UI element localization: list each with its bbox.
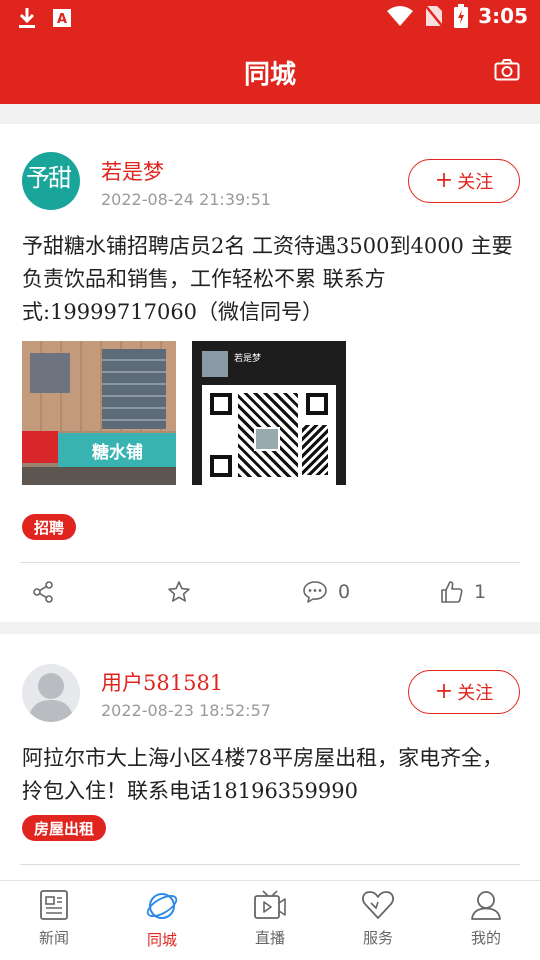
avatar[interactable] — [22, 664, 80, 722]
tab-live[interactable]: 直播 — [216, 881, 324, 960]
app-header: 同城 — [0, 38, 540, 104]
comment-count: 0 — [338, 581, 351, 603]
star-icon — [168, 581, 190, 602]
post-tag[interactable]: 招聘 — [22, 514, 77, 540]
tab-services[interactable]: 服务 — [324, 881, 432, 960]
post-feed: 予甜 若是梦 2022-08-24 21:39:51 + 关注 予甜糖水铺招聘店… — [0, 124, 540, 894]
post-card[interactable]: 予甜 若是梦 2022-08-24 21:39:51 + 关注 予甜糖水铺招聘店… — [0, 124, 540, 622]
comment-button[interactable]: 0 — [302, 562, 350, 622]
tab-profile[interactable]: 我的 — [432, 881, 540, 960]
divider — [20, 864, 520, 865]
avatar[interactable]: 予甜 — [22, 152, 80, 210]
thumbs-up-icon — [441, 581, 463, 603]
plus-icon: + — [434, 679, 454, 704]
post-timestamp: 2022-08-24 21:39:51 — [101, 190, 271, 209]
share-button[interactable] — [32, 562, 54, 622]
bottom-tab-bar: 新闻 同城 直播 服务 我的 — [0, 880, 540, 960]
svg-text:A: A — [57, 12, 67, 27]
tab-label: 直播 — [254, 929, 285, 947]
tab-label: 我的 — [470, 929, 501, 947]
qr-code — [202, 385, 336, 485]
post-card[interactable]: 用户581581 2022-08-23 18:52:57 + 关注 阿拉尔市大上… — [0, 634, 540, 894]
follow-button[interactable]: + 关注 — [408, 159, 520, 203]
wifi-icon — [387, 6, 414, 26]
tv-icon — [254, 890, 286, 919]
tab-label: 同城 — [146, 931, 177, 949]
tab-label: 新闻 — [38, 929, 69, 947]
follow-button[interactable]: + 关注 — [408, 670, 520, 714]
default-avatar-icon — [28, 673, 74, 722]
post-actions: 0 1 — [0, 562, 540, 622]
post-content: 予甜糖水铺招聘店员2名 工资待遇3500到4000 主要负责饮品和销售，工作轻松… — [22, 234, 513, 324]
post-content: 阿拉尔市大上海小区4楼78平房屋出租，家电齐全，拎包入住！联系电话1819635… — [22, 746, 504, 803]
user-icon — [471, 891, 501, 920]
follow-label: 关注 — [457, 172, 494, 193]
like-button[interactable]: 1 — [440, 562, 486, 622]
qr-profile-name: 若是梦 — [234, 354, 262, 364]
download-icon — [19, 8, 35, 28]
follow-label: 关注 — [457, 683, 494, 704]
tab-news[interactable]: 新闻 — [0, 881, 108, 960]
page-title: 同城 — [243, 60, 296, 90]
status-time: 3:05 — [478, 4, 528, 28]
post-image-storefront[interactable]: 糖水铺 — [22, 341, 176, 485]
no-sim-icon — [424, 4, 445, 28]
avatar-logo-text: 予甜 — [26, 164, 72, 192]
tab-local[interactable]: 同城 — [108, 881, 216, 960]
tab-label: 服务 — [362, 929, 393, 947]
post-image-qr-code[interactable]: 若是梦 — [192, 341, 346, 485]
plus-icon: + — [434, 168, 454, 193]
favorite-button[interactable] — [167, 562, 191, 622]
like-count: 1 — [474, 581, 487, 603]
post-username[interactable]: 若是梦 — [101, 156, 164, 186]
camera-icon[interactable] — [494, 58, 520, 82]
post-tag[interactable]: 房屋出租 — [22, 815, 107, 841]
storefront-sign-text: 糖水铺 — [92, 443, 143, 463]
post-timestamp: 2022-08-23 18:52:57 — [101, 701, 271, 720]
share-icon — [33, 581, 53, 603]
comment-icon — [303, 581, 327, 603]
heart-icon — [362, 891, 394, 919]
battery-icon — [454, 4, 469, 28]
status-bar: A 3:05 — [0, 0, 540, 38]
local-orbit-icon — [146, 893, 178, 919]
app-notification-icon: A — [53, 9, 71, 27]
post-username[interactable]: 用户581581 — [101, 667, 223, 697]
newspaper-icon — [40, 890, 68, 920]
